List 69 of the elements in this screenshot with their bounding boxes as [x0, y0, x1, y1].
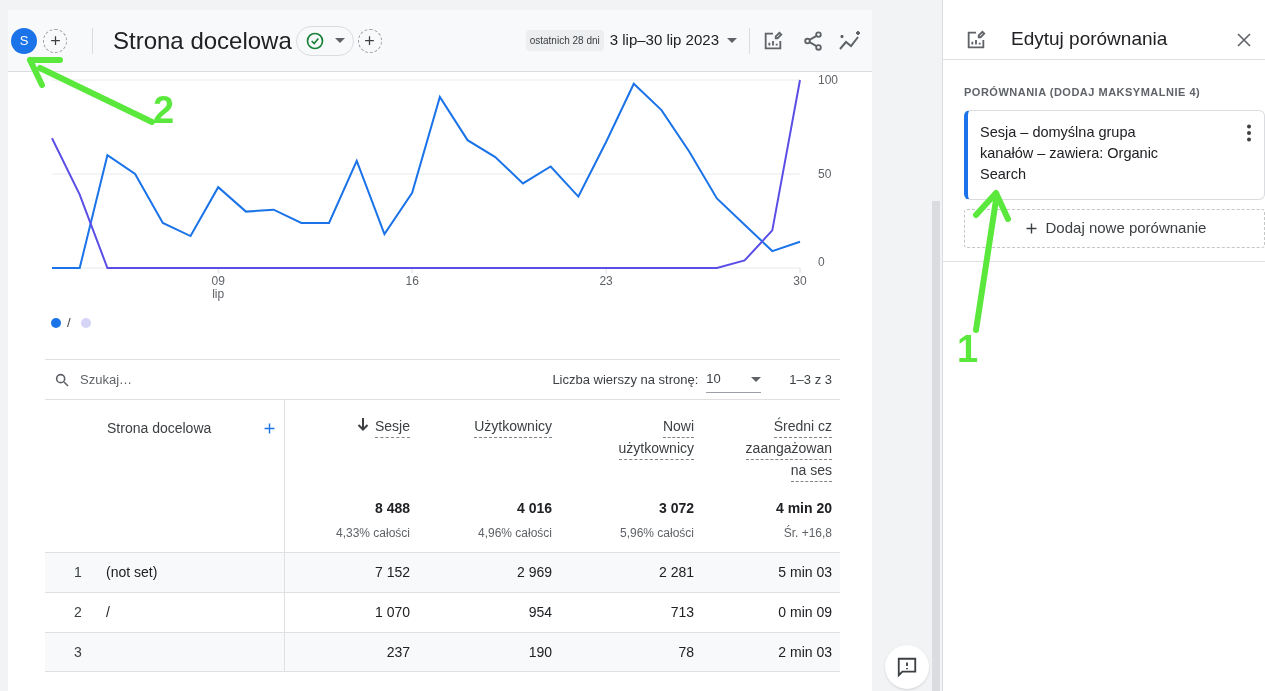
- table-cell-text: 713: [670, 603, 694, 622]
- legend-label: /: [67, 314, 71, 333]
- total-value: 8 488: [374, 499, 410, 518]
- axis-tick-label: 30: [793, 274, 807, 288]
- total-share: 4,33% całości: [335, 525, 410, 542]
- table-cell-text: 7 152: [374, 563, 410, 582]
- axis-tick-label: 09 lip: [211, 274, 225, 301]
- table-cell-text: 190: [528, 642, 552, 662]
- date-chip: ostatnich 28 dni: [525, 30, 604, 51]
- check-circle-icon: [304, 30, 325, 51]
- total-value: 4 min 20: [775, 499, 832, 518]
- pagination-text: 1–3 z 3: [789, 370, 832, 389]
- avatar[interactable]: S: [11, 27, 37, 54]
- search-icon: [54, 371, 70, 388]
- row-number: 2: [74, 603, 83, 622]
- axis-tick-label: 100: [818, 73, 839, 87]
- report-title: Strona docelowa: [113, 25, 292, 56]
- table-cell-text: 2 281: [658, 563, 694, 582]
- date-range-dropdown[interactable]: 3 lip–30 lip 2023: [609, 29, 737, 52]
- rows-per-page-label: Liczba wierszy na stronę:: [552, 370, 699, 389]
- caret-icon: [334, 38, 345, 43]
- comparison-label: Sesja – domyślna grupa kanałów – zawiera: Organic Search: [980, 122, 1160, 184]
- column-header[interactable]: Nowi: [662, 416, 694, 438]
- annotation-number: 1: [957, 330, 979, 368]
- share-icon[interactable]: [802, 29, 824, 52]
- table-cell-text: 2 min 03: [778, 642, 832, 662]
- feedback-icon: [896, 656, 918, 678]
- close-icon[interactable]: [1235, 30, 1253, 49]
- column-header[interactable]: Średni cz: [773, 416, 832, 438]
- sort-down-arrow-icon: [356, 418, 369, 431]
- axis-tick-label: 50: [818, 167, 832, 181]
- column-header[interactable]: Użytkownicy: [474, 416, 552, 438]
- total-value: 3 072: [658, 499, 694, 518]
- section-label: PORÓWNANIA (DODAJ MAKSYMALNIE 4): [964, 85, 1202, 100]
- column-header[interactable]: użytkownicy: [618, 438, 694, 460]
- row-number: 1: [74, 563, 83, 582]
- more-options-icon[interactable]: [1246, 123, 1252, 142]
- rows-per-page-dropdown[interactable]: 10: [706, 366, 762, 393]
- axis-tick-label: 23: [599, 274, 613, 288]
- table-cell-text: 5 min 03: [778, 563, 832, 582]
- axis-tick-label: 16: [405, 274, 419, 288]
- caret-icon: [751, 376, 762, 382]
- annotation-number: 2: [153, 91, 175, 129]
- search-field[interactable]: Szukaj…: [80, 369, 280, 390]
- table-cell-text: 0 min 09: [778, 603, 832, 622]
- total-share: 4,96% całości: [477, 525, 552, 542]
- column-header[interactable]: zaangażowan: [745, 438, 832, 460]
- total-share: Śr. +16,8: [783, 524, 832, 542]
- comparison-card[interactable]: Sesja – domyślna grupa kanałów – zawiera: Organic Search: [964, 109, 1265, 200]
- table-cell-text: (not set): [106, 563, 158, 582]
- row-number: 3: [74, 642, 83, 662]
- axis-tick-label: 0: [818, 255, 825, 269]
- column-header[interactable]: na ses: [790, 460, 832, 482]
- edit-chart-icon: [965, 28, 987, 51]
- table-cell-text: 954: [528, 603, 552, 622]
- total-value: 4 016: [516, 499, 552, 518]
- feedback-button[interactable]: [885, 645, 929, 689]
- table-cell-text: /: [106, 603, 110, 622]
- table-cell-text: 1 070: [374, 603, 410, 622]
- add-comparison-button[interactable]: Dodaj nowe porównanie: [964, 208, 1265, 248]
- total-share: 5,96% całości: [619, 525, 694, 542]
- column-header: Strona docelowa: [107, 419, 212, 438]
- edit-chart-icon[interactable]: [762, 29, 784, 52]
- column-header[interactable]: Sesje: [374, 416, 410, 438]
- table-cell-text: 237: [386, 642, 410, 662]
- table-cell-text: 2 969: [516, 563, 552, 582]
- caret-icon: [727, 38, 737, 43]
- table-cell-text: 78: [678, 642, 694, 662]
- panel-title: Edytuj porównania: [1011, 27, 1168, 52]
